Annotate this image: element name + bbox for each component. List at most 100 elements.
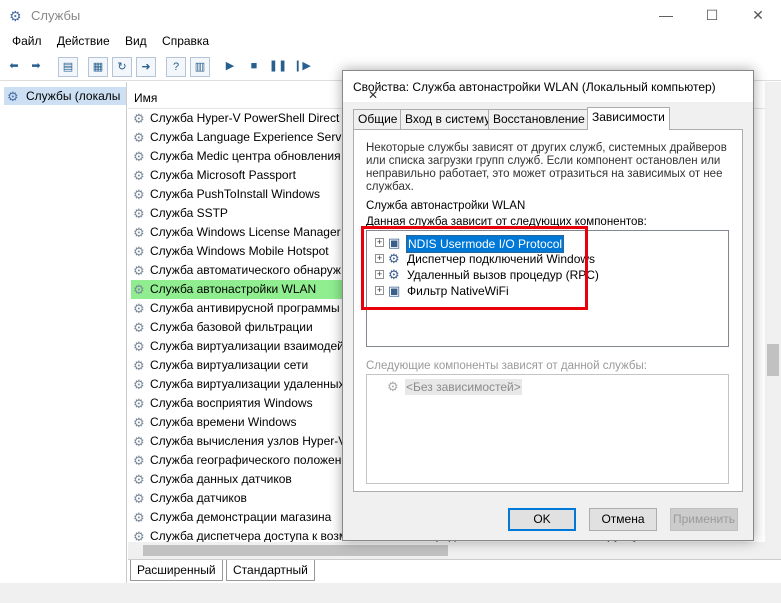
description-line: неправильно работает, это может отразить… [366, 168, 723, 180]
console-tree: ⚙ Службы (локалы [0, 82, 127, 603]
list-item[interactable]: ⚙ Служба автонастройки WLAN [131, 280, 344, 299]
menu-view[interactable]: Вид [119, 31, 153, 51]
gear-icon: ⚙ [387, 379, 399, 394]
tab-logon[interactable]: Вход в систему [400, 109, 496, 129]
menu-file[interactable]: Файл [6, 31, 48, 51]
cancel-button[interactable]: Отмена [589, 508, 657, 531]
gear-icon: ⚙ [133, 510, 145, 525]
service-name: Служба Language Experience Servic [150, 130, 345, 144]
title-bar: ⚙ Службы — ☐ ✕ [0, 0, 781, 31]
service-name: Служба виртуализации удаленных [150, 377, 345, 391]
gear-icon: ⚙ [133, 187, 145, 202]
service-name: Служба данных датчиков [150, 472, 292, 486]
service-name: Служба времени Windows [150, 415, 297, 429]
description-line: Некоторые службы зависят от других служб… [366, 142, 727, 154]
gear-icon: ⚙ [133, 111, 145, 126]
gear-icon: ⚙ [133, 472, 145, 487]
service-name: Служба автонастройки WLAN [150, 282, 317, 296]
service-name: Служба Windows License Manager [150, 225, 341, 239]
vertical-scrollbar[interactable] [765, 82, 781, 559]
dialog-title-bar: Свойства: Служба автонастройки WLAN (Лок… [343, 71, 753, 102]
service-name: Служба восприятия Windows [150, 396, 313, 410]
start-service-icon[interactable]: ▶ [220, 57, 240, 77]
services-app-icon: ⚙ [9, 8, 22, 24]
dialog-tabs: Общие Вход в систему Восстановление Зави… [353, 107, 743, 130]
gear-icon: ⚙ [133, 453, 145, 468]
tab-general[interactable]: Общие [353, 109, 403, 129]
service-name: Служба антивирусной программы [150, 301, 340, 315]
horizontal-scrollbar[interactable] [128, 542, 765, 559]
gear-icon: ⚙ [133, 396, 145, 411]
tree-node-label: Службы (локалы [26, 89, 121, 103]
gear-icon: ⚙ [133, 282, 145, 297]
view-tabs: Расширенный Стандартный [128, 559, 781, 583]
service-name: Служба вычисления узлов Hyper-V [150, 434, 345, 448]
stop-service-icon[interactable]: ■ [244, 57, 264, 77]
gear-icon: ⚙ [133, 206, 145, 221]
service-name: Служба автоматического обнаруж [150, 263, 341, 277]
tree-node-services-local[interactable]: ⚙ Службы (локалы [4, 87, 126, 105]
gear-icon: ⚙ [133, 225, 145, 240]
description-line: или списка загрузки групп служб. Если ко… [366, 155, 721, 167]
description-line: службах. [366, 181, 414, 193]
dependencies-description: Некоторые службы зависят от других служб… [366, 142, 736, 194]
dependents-tree[interactable]: ⚙ <Без зависимостей> [366, 374, 729, 484]
scroll-thumb[interactable] [143, 545, 448, 556]
menu-help[interactable]: Справка [156, 31, 215, 51]
close-button[interactable]: ✕ [735, 0, 781, 31]
service-name: Служба виртуализации сети [150, 358, 309, 372]
gear-icon: ⚙ [133, 320, 145, 335]
back-arrow-icon[interactable]: ⬅ [4, 57, 24, 77]
scroll-thumb[interactable] [767, 344, 779, 376]
apply-button[interactable]: Применить [670, 508, 738, 531]
tab-standard[interactable]: Стандартный [226, 560, 315, 581]
dependents-label: Следующие компоненты зависят от данной с… [366, 360, 647, 372]
gear-icon: ⚙ [133, 130, 145, 145]
console-tree-icon[interactable]: ▤ [58, 57, 78, 77]
status-bar [0, 583, 781, 603]
ok-button[interactable]: OK [508, 508, 576, 531]
menu-action[interactable]: Действие [51, 31, 116, 51]
minimize-button[interactable]: — [643, 0, 689, 31]
service-name: Служба PushToInstall Windows [150, 187, 320, 201]
maximize-button[interactable]: ☐ [689, 0, 735, 31]
properties-icon[interactable]: ▦ [88, 57, 108, 77]
restart-service-icon[interactable]: ❙▶ [292, 57, 312, 77]
service-name: Служба датчиков [150, 491, 247, 505]
gear-icon: ⚙ [7, 89, 19, 104]
service-name: Служба Medic центра обновления [150, 149, 341, 163]
service-name: Служба географического положен [150, 453, 342, 467]
refresh-icon[interactable]: ↻ [112, 57, 132, 77]
gear-icon: ⚙ [133, 415, 145, 430]
service-name-label: Служба автонастройки WLAN [366, 200, 526, 212]
help-icon[interactable]: ? [166, 57, 186, 77]
view-icon[interactable]: ▥ [190, 57, 210, 77]
forward-arrow-icon[interactable]: ➡ [26, 57, 46, 77]
gear-icon: ⚙ [133, 491, 145, 506]
tab-recovery[interactable]: Восстановление [488, 109, 590, 129]
gear-icon: ⚙ [133, 434, 145, 449]
gear-icon: ⚙ [133, 149, 145, 164]
tree-item-label: <Без зависимостей> [405, 379, 522, 395]
gear-icon: ⚙ [133, 301, 145, 316]
annotation-highlight-box [361, 226, 588, 310]
column-header-label: Имя [134, 91, 158, 105]
service-name: Служба Hyper-V PowerShell Direct [150, 111, 340, 125]
menu-bar: Файл Действие Вид Справка [0, 31, 781, 53]
export-list-icon[interactable]: ➜ [136, 57, 156, 77]
gear-icon: ⚙ [133, 244, 145, 259]
service-name: Служба демонстрации магазина [150, 510, 332, 524]
dialog-title: Свойства: Служба автонастройки WLAN (Лок… [353, 80, 716, 94]
window-title: Службы [31, 8, 81, 23]
service-name: Служба SSTP [150, 206, 228, 220]
gear-icon: ⚙ [133, 377, 145, 392]
gear-icon: ⚙ [133, 339, 145, 354]
service-name: Служба базовой фильтрации [150, 320, 313, 334]
dependencies-panel: Некоторые службы зависят от других служб… [353, 129, 743, 492]
tab-dependencies[interactable]: Зависимости [587, 107, 670, 130]
gear-icon: ⚙ [133, 358, 145, 373]
tab-extended[interactable]: Расширенный [130, 560, 223, 581]
service-name: Служба Windows Mobile Hotspot [150, 244, 329, 258]
pause-service-icon[interactable]: ❚❚ [268, 57, 288, 77]
service-name: Служба виртуализации взаимодей [150, 339, 344, 353]
